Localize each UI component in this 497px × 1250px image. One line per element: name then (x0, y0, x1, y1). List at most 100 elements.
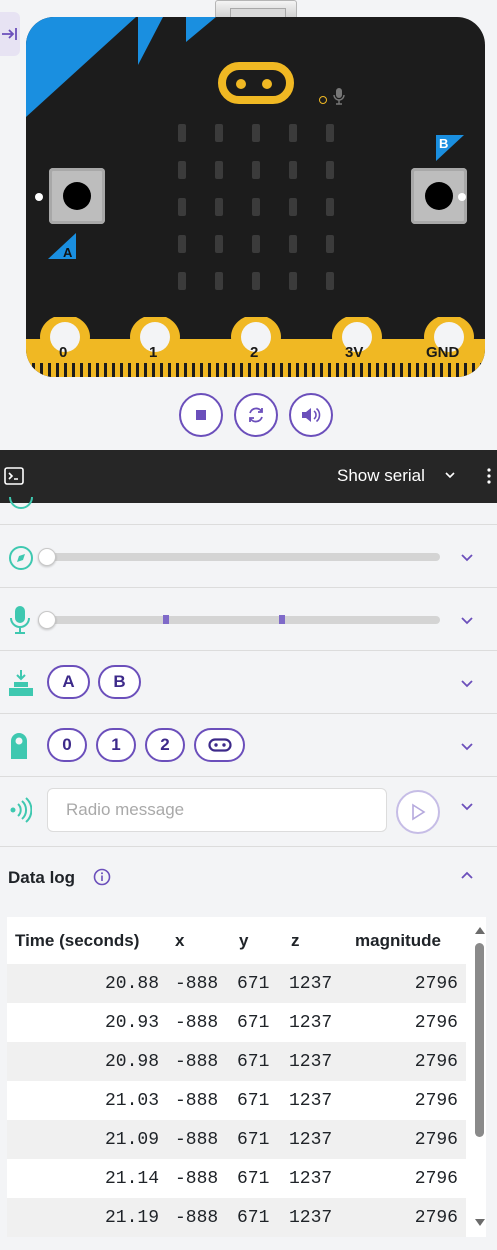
info-icon[interactable] (93, 868, 111, 886)
cell-time: 20.93 (7, 1003, 167, 1042)
chevron-down-icon[interactable] (460, 616, 474, 625)
terminal-icon (4, 467, 24, 485)
data-log-table[interactable]: Time (seconds) x y z magnitude 20.88 -888… (7, 917, 486, 1237)
chevron-down-icon[interactable] (460, 802, 474, 811)
led-pixel (326, 124, 334, 142)
collapse-arrow-icon (2, 28, 17, 40)
cell-x: -888 (167, 1198, 231, 1237)
cell-x: -888 (167, 1003, 231, 1042)
button-b-dot (458, 193, 466, 201)
led-pixel (289, 272, 297, 290)
serial-bar: Show serial (0, 450, 497, 503)
sensor-button-a[interactable]: A (47, 665, 90, 699)
cell-y: 671 (231, 1198, 283, 1237)
led-pixel (326, 235, 334, 253)
chevron-down-icon[interactable] (444, 471, 456, 479)
cell-x: -888 (167, 1042, 231, 1081)
cell-time: 21.03 (7, 1081, 167, 1120)
simulator-area: A B 0 1 2 3V GND (0, 0, 497, 450)
led-pixel (178, 198, 186, 216)
cell-y: 671 (231, 964, 283, 1003)
cell-x: -888 (167, 1159, 231, 1198)
led-pixel (289, 198, 297, 216)
led-pixel (326, 198, 334, 216)
table-scrollbar[interactable] (473, 917, 486, 1237)
sound-button[interactable] (289, 393, 333, 437)
table-row: 20.93 -888 671 1237 2796 (7, 1003, 466, 1042)
svg-text:B: B (439, 136, 448, 151)
led-pixel (252, 198, 260, 216)
svg-text:A: A (63, 245, 73, 260)
cell-z: 1237 (283, 1120, 347, 1159)
chevron-down-icon[interactable] (460, 679, 474, 688)
pin-1-label[interactable]: 1 (149, 344, 157, 361)
cell-magnitude: 2796 (347, 1042, 466, 1081)
led-pixel (215, 235, 223, 253)
radio-message-input[interactable] (47, 788, 387, 832)
board-corner-decoration (26, 17, 216, 117)
sound-threshold-high-marker (279, 615, 285, 624)
led-pixel (215, 124, 223, 142)
led-pixel (326, 272, 334, 290)
buttons-row: A B (0, 651, 497, 714)
sound-slider-thumb[interactable] (38, 611, 56, 629)
cell-magnitude: 2796 (347, 1003, 466, 1042)
cell-time: 20.88 (7, 964, 167, 1003)
led-pixel (326, 161, 334, 179)
led-pixel (252, 235, 260, 253)
show-serial-button[interactable]: Show serial (337, 466, 425, 486)
pin-2-label[interactable]: 2 (250, 344, 258, 361)
led-matrix (178, 124, 338, 290)
sensor-button-b[interactable]: B (98, 665, 141, 699)
button-b-label: B (436, 135, 464, 161)
cell-z: 1237 (283, 964, 347, 1003)
led-pixel (252, 124, 260, 142)
cell-y: 671 (231, 1081, 283, 1120)
cell-y: 671 (231, 1003, 283, 1042)
cell-time: 21.09 (7, 1120, 167, 1159)
cell-y: 671 (231, 1120, 283, 1159)
compass-icon (9, 546, 33, 570)
cell-time: 21.19 (7, 1198, 167, 1237)
cell-magnitude: 2796 (347, 1120, 466, 1159)
touch-pin-2[interactable]: 2 (145, 728, 185, 762)
compass-slider-thumb[interactable] (38, 548, 56, 566)
column-header-x: x (175, 930, 185, 950)
table-row: 20.88 -888 671 1237 2796 (7, 964, 466, 1003)
board-button-a[interactable] (49, 168, 105, 224)
cell-x: -888 (167, 1081, 231, 1120)
stop-button[interactable] (179, 393, 223, 437)
collapse-simulator-button[interactable] (0, 12, 20, 56)
led-pixel (178, 235, 186, 253)
touch-pin-0[interactable]: 0 (47, 728, 87, 762)
chevron-down-icon[interactable] (460, 742, 474, 751)
reset-icon (249, 407, 263, 423)
scroll-up-arrow-icon[interactable] (475, 927, 485, 934)
speaker-icon (302, 407, 321, 423)
pin-0-label[interactable]: 0 (59, 344, 67, 361)
cell-y: 671 (231, 1042, 283, 1081)
chevron-up-icon[interactable] (460, 871, 474, 880)
led-pixel (178, 272, 186, 290)
pin-gnd-label: GND (426, 344, 460, 361)
touch-logo-button[interactable] (194, 728, 245, 762)
scrollbar-thumb[interactable] (475, 943, 484, 1137)
more-options-icon[interactable] (486, 467, 492, 485)
sound-level-slider[interactable] (42, 616, 440, 624)
cell-magnitude: 2796 (347, 1198, 466, 1237)
chevron-down-icon[interactable] (460, 553, 474, 562)
board-microphone-icon (333, 88, 345, 105)
scroll-down-arrow-icon[interactable] (475, 1219, 485, 1226)
microbit-logo-touch[interactable] (218, 62, 294, 104)
simulator-controls (179, 393, 333, 437)
reset-button[interactable] (234, 393, 278, 437)
send-radio-button[interactable] (396, 790, 440, 834)
cell-magnitude: 2796 (347, 964, 466, 1003)
cell-time: 21.14 (7, 1159, 167, 1198)
led-pixel (178, 124, 186, 142)
compass-slider[interactable] (42, 553, 440, 561)
touch-pin-1[interactable]: 1 (96, 728, 136, 762)
button-press-icon (9, 670, 33, 696)
led-pixel (178, 161, 186, 179)
button-a-dot (35, 193, 43, 201)
